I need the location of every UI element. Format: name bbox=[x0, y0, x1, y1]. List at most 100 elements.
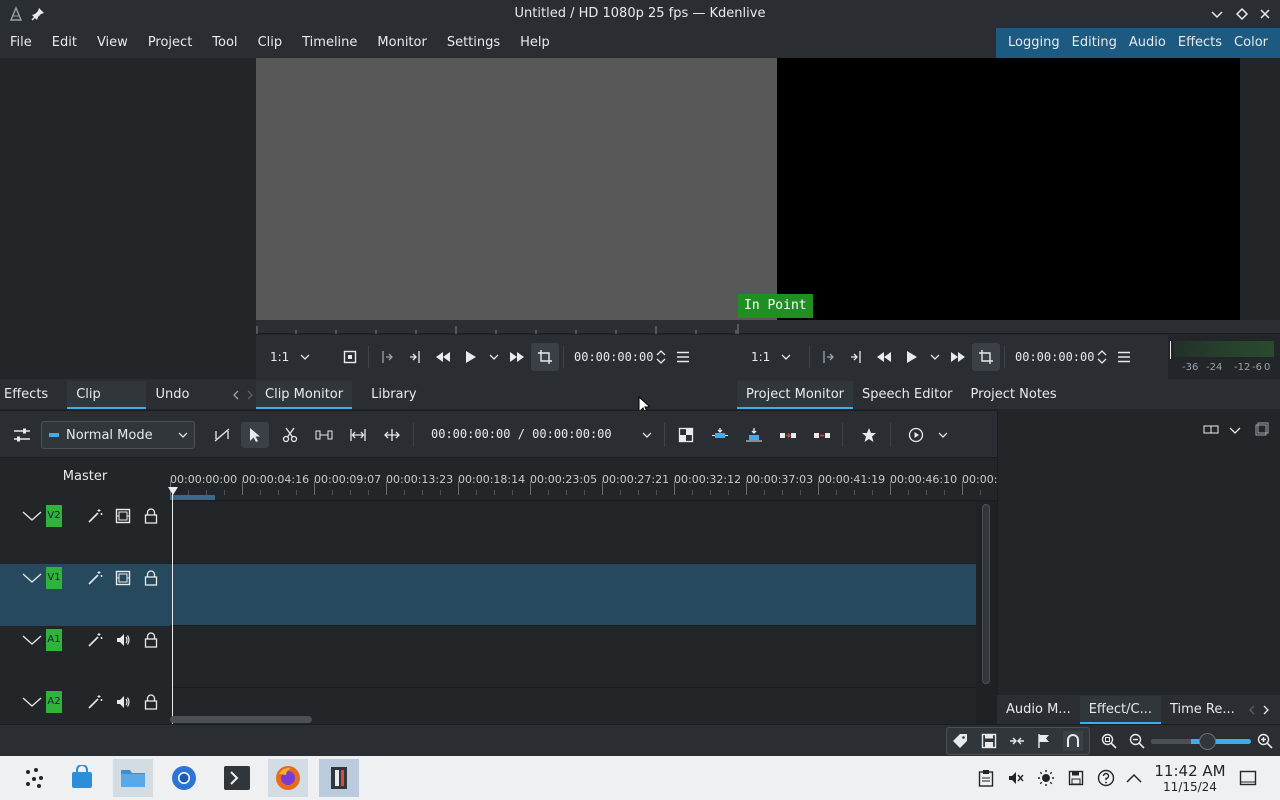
lift-zone-icon[interactable] bbox=[808, 422, 836, 448]
flag-icon[interactable] bbox=[1034, 731, 1054, 751]
preview-options-chevron-icon[interactable] bbox=[929, 422, 957, 448]
lock-icon[interactable] bbox=[141, 506, 161, 526]
help-icon[interactable] bbox=[1096, 768, 1116, 788]
menu-clip[interactable]: Clip bbox=[248, 28, 293, 58]
layout-color[interactable]: Color bbox=[1228, 28, 1274, 58]
volume-muted-icon[interactable] bbox=[1006, 768, 1026, 788]
rewind-icon[interactable] bbox=[870, 343, 898, 371]
menu-view[interactable]: View bbox=[87, 28, 138, 58]
overwrite-clip-icon[interactable] bbox=[740, 422, 768, 448]
tab-clip-monitor[interactable]: Clip Monitor bbox=[256, 381, 353, 409]
project-monitor-timecode[interactable]: 00:00:00:00 bbox=[1015, 350, 1094, 364]
tab-audio-mixer[interactable]: Audio M... bbox=[997, 696, 1080, 724]
lock-icon[interactable] bbox=[141, 630, 161, 650]
play-icon[interactable] bbox=[898, 343, 926, 371]
clip-monitor-ruler[interactable] bbox=[256, 320, 737, 334]
track-header-v1[interactable]: V1 bbox=[0, 564, 170, 626]
slip-tool-icon[interactable] bbox=[310, 422, 338, 448]
master-track-label[interactable]: Master bbox=[0, 469, 170, 484]
collapse-track-chevron-icon[interactable] bbox=[22, 692, 42, 712]
tray-expand-chevron-icon[interactable] bbox=[1124, 768, 1144, 788]
spacer-tool-icon[interactable] bbox=[208, 422, 236, 448]
timeline-vertical-scrollbar[interactable] bbox=[982, 504, 990, 684]
tab-undo-history[interactable]: Undo Hi... bbox=[146, 381, 228, 430]
minimize-icon[interactable] bbox=[1209, 6, 1225, 22]
timeline-preview-icon[interactable] bbox=[902, 422, 930, 448]
set-in-point-icon[interactable] bbox=[814, 343, 842, 371]
track-name-badge[interactable]: A2 bbox=[46, 691, 62, 713]
tab-speech-editor[interactable]: Speech Editor bbox=[853, 381, 962, 409]
magnet-icon[interactable] bbox=[1063, 731, 1083, 751]
playhead-marker-icon[interactable] bbox=[168, 487, 178, 495]
split-view-icon[interactable] bbox=[672, 422, 700, 448]
tab-clip-properties[interactable]: Clip Pro... bbox=[67, 381, 147, 430]
menu-timeline[interactable]: Timeline bbox=[292, 28, 367, 58]
effects-wand-icon[interactable] bbox=[85, 506, 105, 526]
show-desktop-icon[interactable] bbox=[1238, 768, 1258, 788]
track-header-a2[interactable]: A2 bbox=[0, 688, 170, 724]
track-lane-v2[interactable] bbox=[170, 502, 976, 564]
roll-tool-icon[interactable] bbox=[378, 422, 406, 448]
track-lane-a1[interactable] bbox=[170, 626, 976, 688]
collapse-track-chevron-icon[interactable] bbox=[22, 506, 42, 526]
tab-effects[interactable]: Effects bbox=[0, 381, 57, 409]
menu-monitor[interactable]: Monitor bbox=[367, 28, 436, 58]
playhead[interactable] bbox=[172, 487, 173, 724]
zoom-out-icon[interactable] bbox=[1127, 731, 1147, 751]
tabs-scroll-left-icon[interactable] bbox=[228, 381, 244, 409]
fast-forward-icon[interactable] bbox=[944, 343, 972, 371]
clock-time[interactable]: 11:42 AM bbox=[1150, 762, 1230, 780]
clipboard-icon[interactable] bbox=[976, 768, 996, 788]
fast-forward-icon[interactable] bbox=[503, 343, 531, 371]
play-options-chevron-icon[interactable] bbox=[485, 343, 503, 371]
layout-audio[interactable]: Audio bbox=[1123, 28, 1172, 58]
crop-overlay-icon[interactable] bbox=[531, 343, 559, 371]
tabs-scroll-right-icon[interactable] bbox=[1260, 696, 1272, 724]
track-name-badge[interactable]: V2 bbox=[46, 505, 62, 527]
track-header-v2[interactable]: V2 bbox=[0, 502, 170, 564]
razor-tool-icon[interactable] bbox=[276, 422, 304, 448]
disk-save-icon[interactable] bbox=[1066, 768, 1086, 788]
layout-editing[interactable]: Editing bbox=[1066, 28, 1123, 58]
tag-icon[interactable] bbox=[950, 731, 970, 751]
selection-tool-icon[interactable] bbox=[241, 422, 269, 448]
lock-icon[interactable] bbox=[141, 568, 161, 588]
menu-tool[interactable]: Tool bbox=[202, 28, 247, 58]
timeline-zone-bar[interactable] bbox=[170, 495, 215, 500]
set-out-point-icon[interactable] bbox=[401, 343, 429, 371]
play-options-chevron-icon[interactable] bbox=[926, 343, 944, 371]
timeline-timecode[interactable]: 00:00:00:00 / 00:00:00:00 bbox=[431, 427, 612, 441]
maximize-icon[interactable] bbox=[1234, 6, 1250, 22]
timeline-mode-select[interactable]: Normal Mode bbox=[41, 421, 195, 449]
file-manager-icon[interactable] bbox=[113, 759, 153, 797]
menu-settings[interactable]: Settings bbox=[437, 28, 510, 58]
play-icon[interactable] bbox=[457, 343, 485, 371]
rewind-icon[interactable] bbox=[429, 343, 457, 371]
track-settings-icon[interactable] bbox=[8, 422, 36, 448]
lock-icon[interactable] bbox=[141, 692, 161, 712]
set-in-point-icon[interactable] bbox=[373, 343, 401, 371]
menu-project[interactable]: Project bbox=[138, 28, 202, 58]
tab-library[interactable]: Library bbox=[362, 381, 425, 409]
clip-zone-icon[interactable] bbox=[336, 343, 364, 371]
kdenlive-taskbar-icon[interactable] bbox=[319, 759, 359, 797]
chromium-browser-icon[interactable] bbox=[164, 759, 204, 797]
firefox-browser-icon[interactable] bbox=[268, 759, 308, 797]
track-name-badge[interactable]: A1 bbox=[46, 629, 62, 651]
film-strip-icon[interactable] bbox=[113, 506, 133, 526]
application-launcher-icon[interactable] bbox=[14, 759, 54, 797]
tabs-scroll-right-icon[interactable] bbox=[244, 381, 256, 409]
clock-date[interactable]: 11/15/24 bbox=[1150, 780, 1230, 794]
menu-file[interactable]: File bbox=[0, 28, 42, 58]
collapse-track-chevron-icon[interactable] bbox=[22, 568, 42, 588]
crop-overlay-icon[interactable] bbox=[972, 343, 1000, 371]
hamburger-menu-icon[interactable] bbox=[669, 343, 697, 371]
tab-time-remap[interactable]: Time Re... bbox=[1161, 696, 1244, 724]
clip-monitor-screen[interactable] bbox=[256, 58, 777, 320]
layout-effects[interactable]: Effects bbox=[1172, 28, 1228, 58]
zoom-fit-icon[interactable] bbox=[1099, 731, 1119, 751]
timecode-format-chevron-icon[interactable] bbox=[633, 422, 661, 448]
timecode-spin-icon[interactable] bbox=[1094, 343, 1110, 371]
clip-monitor-zoom-select[interactable]: 1:1 bbox=[256, 350, 316, 364]
timecode-spin-icon[interactable] bbox=[653, 343, 669, 371]
